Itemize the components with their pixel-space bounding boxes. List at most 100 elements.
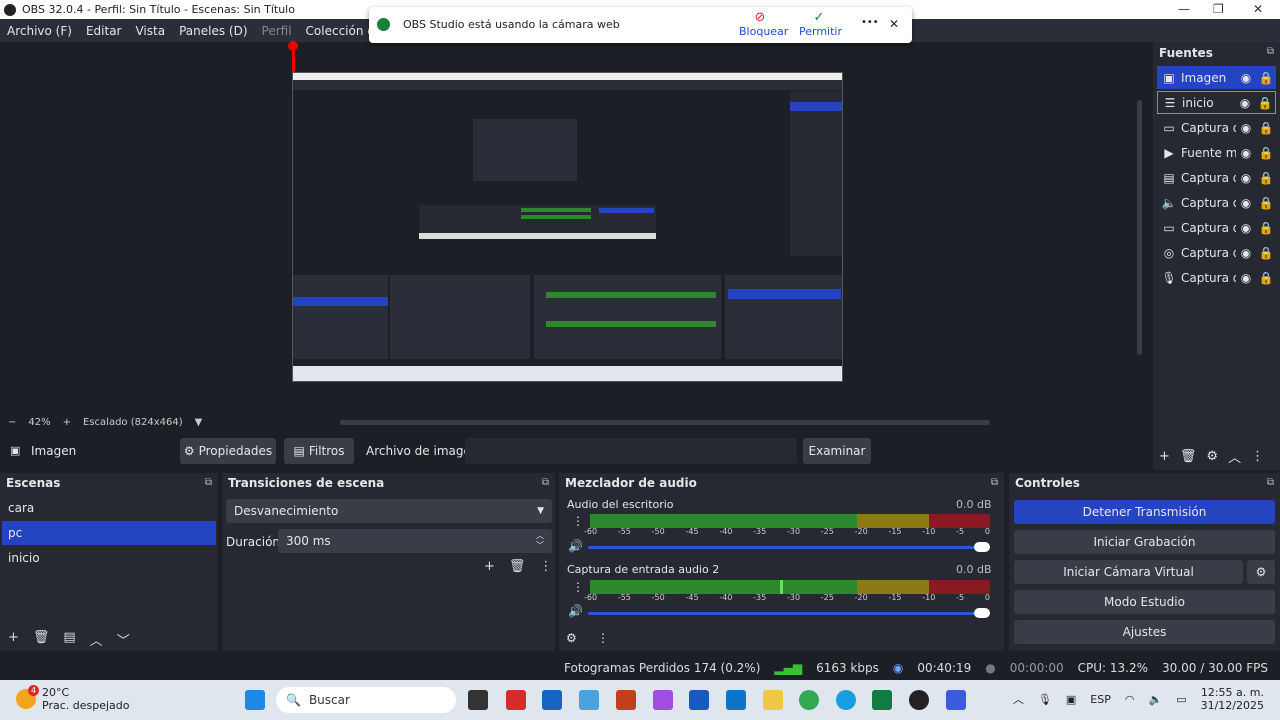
tray-chevron-icon[interactable]: ︿ [1013,691,1024,707]
visibility-eye-icon[interactable]: ◉ [1236,146,1256,160]
controls-undock-icon[interactable]: ⧉ [1267,477,1274,488]
chrome-icon[interactable] [799,690,819,710]
zoom-in-button[interactable]: + [63,417,71,428]
volume-icon[interactable]: 🔈 [1148,693,1162,706]
start-virtual-camera-button[interactable]: Iniciar Cámara Virtual [1014,560,1243,584]
stop-stream-button[interactable]: Detener Transmisión [1014,500,1275,524]
mixer-undock-icon[interactable]: ⧉ [991,477,998,488]
source-item[interactable]: ☰ inicio ◉ 🔒 [1157,91,1276,114]
notification-close-icon[interactable]: ✕ [889,17,899,31]
source-item[interactable]: ◎ Captura d ◉ 🔒 [1157,241,1276,264]
source-settings-gear-icon[interactable]: ⚙ [1206,449,1218,464]
lock-icon[interactable]: 🔒 [1256,146,1276,160]
scene-item-inicio[interactable]: inicio [2,546,216,570]
volume-knob[interactable] [974,542,990,552]
lock-icon[interactable]: 🔒 [1256,221,1276,235]
maximize-icon[interactable]: ❐ [1213,2,1224,16]
remove-source-icon[interactable]: 🗑 [1180,449,1197,464]
microphone-icon[interactable]: 🎙 [1038,693,1052,706]
lock-icon[interactable]: 🔒 [1256,246,1276,260]
move-scene-down-icon[interactable]: ﹀ [117,630,130,649]
menu-archivo[interactable]: Archivo (F) [0,24,79,38]
scale-dropdown-chevron-icon[interactable]: ▼ [195,417,203,428]
menu-editar[interactable]: Editar [79,24,129,38]
channel-mic-menu-icon[interactable]: ⋮ [572,580,584,594]
edge-icon[interactable] [836,690,856,710]
add-scene-icon[interactable]: + [8,630,19,649]
studio-mode-button[interactable]: Modo Estudio [1014,590,1275,614]
visibility-eye-icon[interactable]: ◉ [1236,171,1256,185]
windows-start-icon[interactable] [245,690,265,710]
filters-button[interactable]: ▤ Filtros [284,438,354,464]
channel-desktop-audio-volume-slider[interactable] [588,542,990,552]
lock-icon[interactable]: 🔒 [1256,71,1276,85]
obs-taskbar-icon[interactable] [909,690,929,710]
copilot-icon[interactable] [653,690,673,710]
source-item[interactable]: 🔈 Captura d ◉ 🔒 [1157,191,1276,214]
visibility-eye-icon[interactable]: ◉ [1236,196,1256,210]
add-source-icon[interactable]: + [1159,449,1170,464]
photos-icon[interactable] [579,690,599,710]
tray-app-icon[interactable]: ▣ [1066,693,1076,706]
remove-transition-icon[interactable]: 🗑 [509,559,526,574]
lock-icon[interactable]: 🔒 [1256,171,1276,185]
zoom-out-button[interactable]: − [8,417,16,428]
start-recording-button[interactable]: Iniciar Grabación [1014,530,1275,554]
volume-knob[interactable] [974,608,990,618]
transitions-undock-icon[interactable]: ⧉ [542,477,549,488]
weather-widget[interactable]: 4 20°C Prac. despejado [16,685,129,712]
visibility-eye-icon[interactable]: ◉ [1236,246,1256,260]
scenes-undock-icon[interactable]: ⧉ [205,477,212,488]
preview-vertical-scrollbar[interactable] [1137,100,1142,355]
app-red-icon[interactable] [506,690,526,710]
screen-capture-preview[interactable] [292,72,843,382]
minimize-icon[interactable]: — [1178,2,1190,16]
visibility-eye-icon[interactable]: ◉ [1236,121,1256,135]
menu-perfil[interactable]: Perfil [255,24,299,38]
scene-filter-icon[interactable]: ▤ [63,630,75,649]
excel-icon[interactable] [872,690,892,710]
move-scene-up-icon[interactable]: ︿ [90,630,103,649]
speaker-icon[interactable]: 🔊 [568,604,583,618]
lock-icon[interactable]: 🔒 [1256,121,1276,135]
browse-button[interactable]: Examinar [803,438,871,464]
stepper-arrows-icon[interactable]: ︿ ﹀ [536,531,544,551]
image-file-path-field[interactable] [465,438,797,464]
channel-mic-volume-slider[interactable] [588,608,990,618]
close-window-icon[interactable]: ✕ [1253,2,1263,16]
visibility-eye-icon[interactable]: ◉ [1236,221,1256,235]
powerpoint-icon[interactable] [616,690,636,710]
speaker-icon[interactable]: 🔊 [568,539,583,553]
visibility-eye-icon[interactable]: ◉ [1235,96,1255,110]
scene-item-cara[interactable]: cara [2,496,216,520]
more-options-icon[interactable]: ••• [861,17,879,28]
scene-item-pc[interactable]: pc [2,521,216,545]
sources-undock-icon[interactable]: ⧉ [1267,46,1274,57]
source-item[interactable]: ▣ Imagen ◉ 🔒 [1157,66,1276,89]
preview-horizontal-scrollbar[interactable] [340,420,990,425]
wifi-icon[interactable]: ◠ [1125,693,1135,706]
store-icon[interactable] [542,690,562,710]
add-transition-icon[interactable]: + [484,559,495,574]
mixer-more-icon[interactable]: ⋮ [597,631,609,645]
menu-vista[interactable]: Vista [128,24,172,38]
mixer-settings-gear-icon[interactable]: ⚙ [566,631,577,645]
selection-handle-dot[interactable] [288,41,298,51]
lock-icon[interactable]: 🔒 [1256,196,1276,210]
lock-icon[interactable]: 🔒 [1256,271,1276,285]
source-item[interactable]: ▭ Captura d ◉ 🔒 [1157,116,1276,139]
lock-icon[interactable]: 🔒 [1255,96,1275,110]
source-item[interactable]: ▤ Captura d ◉ 🔒 [1157,166,1276,189]
more-vertical-icon[interactable]: ⋮ [1251,449,1264,464]
battery-icon[interactable]: ▭ [1176,693,1186,706]
transition-more-icon[interactable]: ⋮ [539,559,552,574]
visibility-eye-icon[interactable]: ◉ [1236,271,1256,285]
duration-spinbox[interactable]: 300 ms ︿ ﹀ [278,529,552,553]
properties-button[interactable]: ⚙ Propiedades [180,438,276,464]
language-indicator[interactable]: ESP [1090,693,1111,706]
virtual-camera-settings-gear-icon[interactable]: ⚙ [1247,560,1275,584]
visibility-eye-icon[interactable]: ◉ [1236,71,1256,85]
menu-paneles[interactable]: Paneles (D) [172,24,254,38]
task-view-icon[interactable] [468,690,488,710]
source-item[interactable]: ▶ Fuente m ◉ 🔒 [1157,141,1276,164]
